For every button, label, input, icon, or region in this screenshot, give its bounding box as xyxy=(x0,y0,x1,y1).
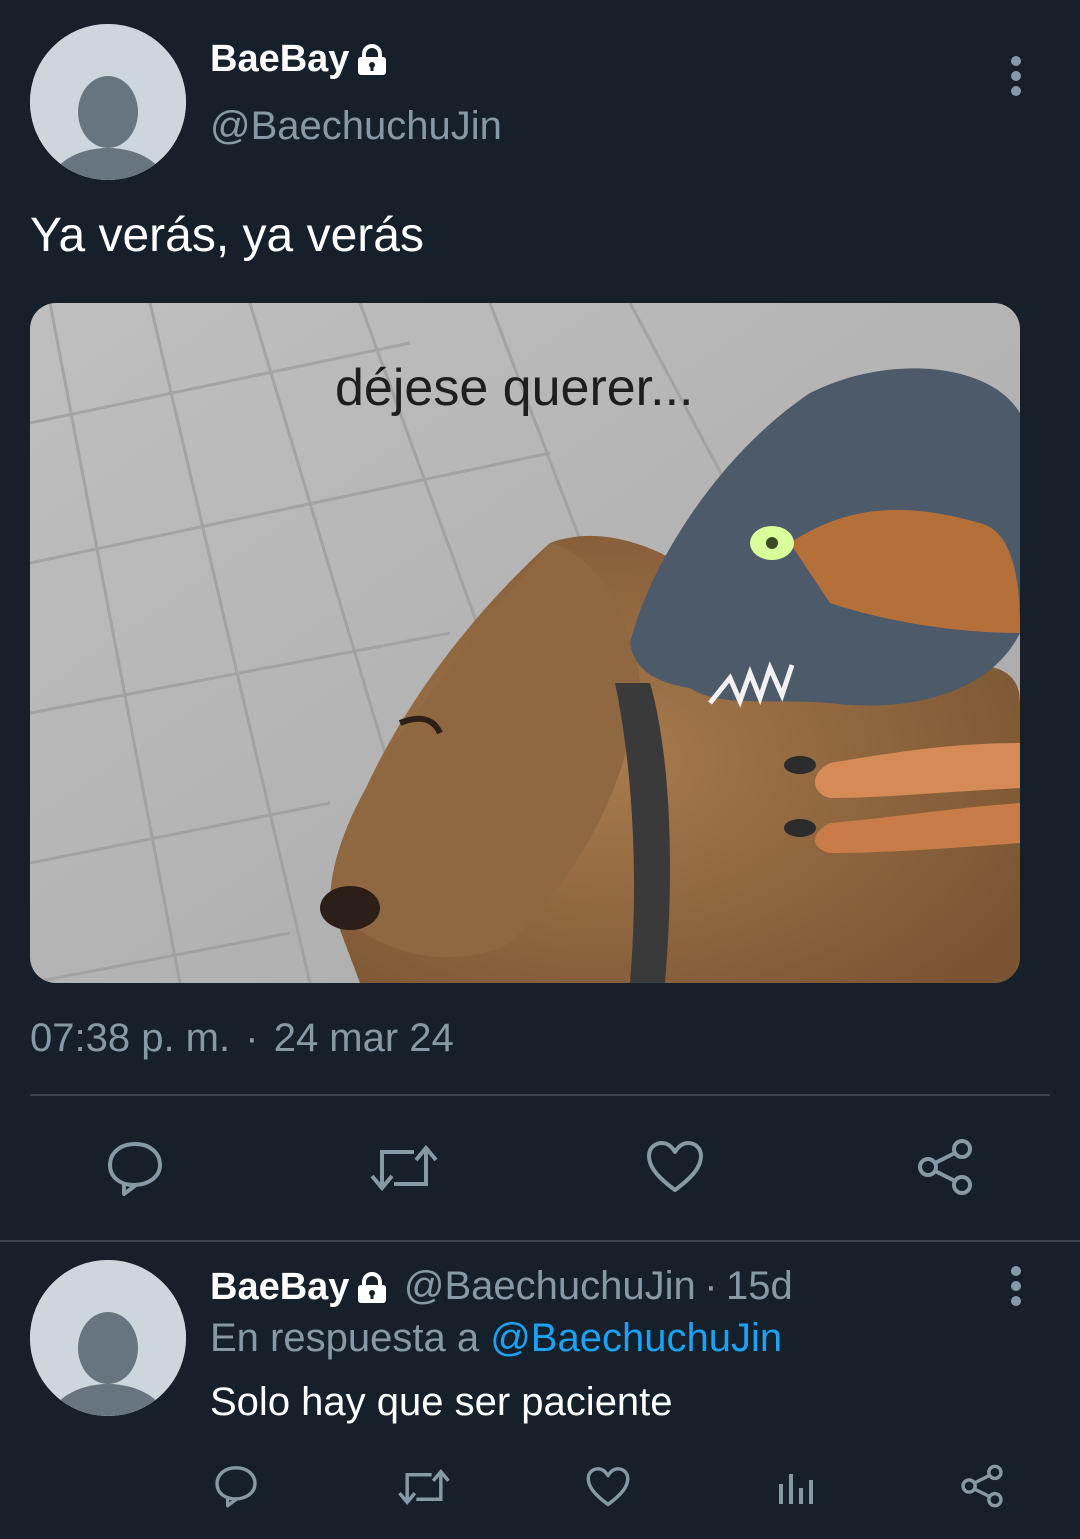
reply-icon xyxy=(215,1466,257,1508)
tweet-time: 07:38 p. m. xyxy=(30,1016,231,1060)
more-vertical-icon xyxy=(1011,1266,1021,1306)
default-avatar-icon xyxy=(30,24,186,180)
reply-retweet-button[interactable] xyxy=(398,1468,450,1506)
reply-prefix: En respuesta a xyxy=(210,1316,480,1360)
meme-caption: déjese querer... xyxy=(335,359,693,417)
share-icon xyxy=(961,1464,1003,1508)
heart-icon xyxy=(647,1141,703,1192)
retweet-icon xyxy=(370,1144,438,1192)
analytics-icon xyxy=(779,1474,813,1504)
tweet-text: Ya verás, ya verás xyxy=(30,209,424,262)
lock-icon xyxy=(358,1271,387,1303)
reply-analytics-button[interactable] xyxy=(776,1470,816,1506)
reply-author-handle: @BaechuchuJin xyxy=(403,1264,696,1308)
default-avatar-icon xyxy=(30,1260,186,1416)
reply-age: 15d xyxy=(726,1264,793,1308)
tweet-media-image[interactable]: déjese querer... xyxy=(30,303,1020,983)
tweet-timestamp-row: 07:38 p. m. · 24 mar 24 xyxy=(30,1016,454,1061)
retweet-button[interactable] xyxy=(370,1144,438,1192)
divider xyxy=(0,1240,1080,1242)
share-icon xyxy=(918,1139,972,1195)
reply-context: En respuesta a @BaechuchuJin xyxy=(210,1316,782,1361)
reply-share-button[interactable] xyxy=(960,1464,1004,1508)
tweet-date: 24 mar 24 xyxy=(273,1016,454,1060)
reply-text: Solo hay que ser paciente xyxy=(210,1380,673,1424)
reply-author-avatar[interactable] xyxy=(30,1260,186,1416)
more-options-button[interactable] xyxy=(1010,56,1022,101)
reply-header[interactable]: BaeBay @BaechuchuJin · 15d xyxy=(210,1264,793,1309)
heart-icon xyxy=(586,1467,630,1507)
reply-more-options-button[interactable] xyxy=(1010,1266,1022,1311)
meta-separator: · xyxy=(245,1016,259,1060)
reply-button[interactable] xyxy=(106,1140,164,1196)
more-vertical-icon xyxy=(1011,56,1021,96)
reply-like-button[interactable] xyxy=(586,1466,630,1508)
retweet-icon xyxy=(398,1469,450,1505)
author-name: BaeBay xyxy=(210,38,350,80)
author-name-row[interactable]: BaeBay xyxy=(210,38,389,81)
divider xyxy=(30,1094,1050,1096)
reply-mention-link[interactable]: @BaechuchuJin xyxy=(490,1316,782,1360)
lock-icon xyxy=(358,43,387,75)
reply-reply-button[interactable] xyxy=(214,1464,258,1508)
meme-image: déjese querer... xyxy=(30,303,1020,983)
author-handle[interactable]: @BaechuchuJin xyxy=(210,104,502,149)
reply-icon xyxy=(108,1142,163,1196)
like-button[interactable] xyxy=(646,1140,704,1194)
share-button[interactable] xyxy=(916,1138,974,1196)
author-avatar[interactable] xyxy=(30,24,186,180)
meta-separator: · xyxy=(704,1264,718,1308)
reply-author-name: BaeBay xyxy=(210,1266,350,1308)
